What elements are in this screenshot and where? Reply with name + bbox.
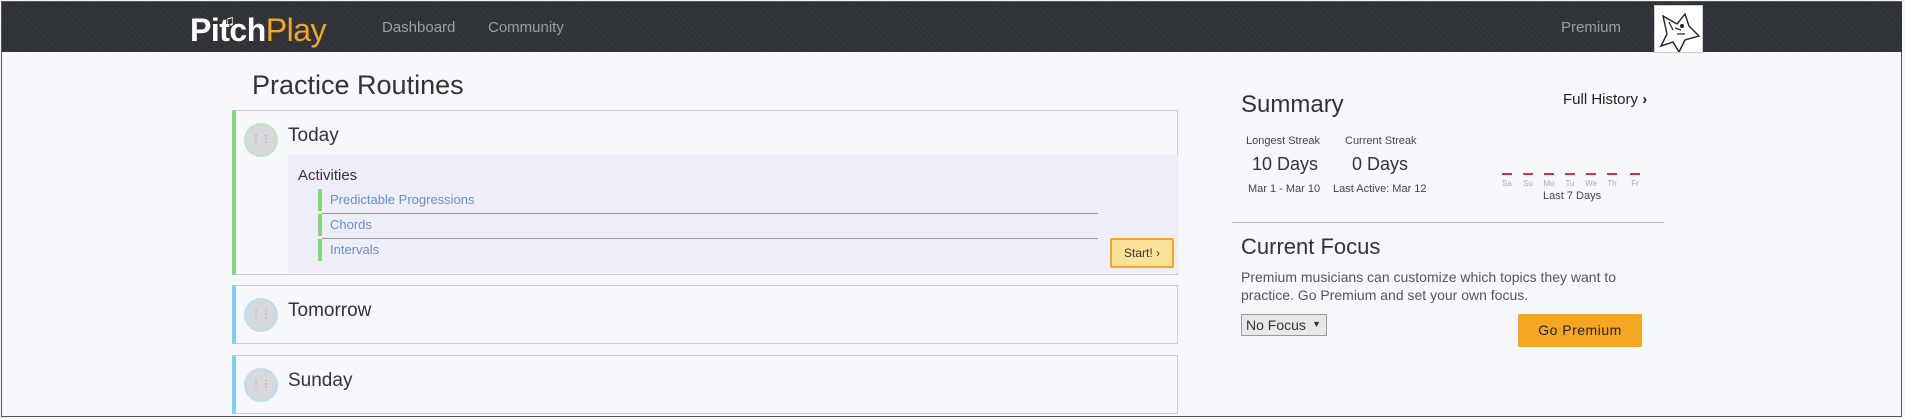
day-dash [1565,173,1575,175]
summary-title: Summary [1241,91,1344,118]
day-marker: Mo [1542,168,1556,188]
pitchplay-logo[interactable]: ♫ PitchPlay [190,10,326,50]
day-dash [1607,173,1617,175]
nav-premium-link[interactable]: Premium [1561,19,1621,36]
day-label: Mo [1543,179,1555,188]
day-dash [1544,173,1554,175]
user-avatar[interactable] [1654,5,1703,53]
chevron-right-icon: › [1642,91,1648,108]
logo-play-text: Play [265,12,327,48]
start-label: Start! [1123,246,1153,260]
routine-card-today[interactable]: ⋮⋮ Today Activities Predictable Progress… [232,110,1178,275]
day-dash [1502,173,1512,175]
avatar-sketch-icon [1655,6,1702,52]
activity-link[interactable]: Predictable Progressions [330,192,475,207]
drag-handle-icon[interactable]: ⋮⋮ [244,368,278,402]
longest-streak-range: Mar 1 - Mar 10 [1248,183,1321,195]
music-note-icon: ♫ [223,13,235,30]
full-history-label: Full History [1563,91,1639,108]
day-label: Tu [1565,179,1575,188]
day-label: Fr [1631,179,1639,188]
go-premium-button[interactable]: Go Premium [1518,314,1642,347]
routine-card-sunday[interactable]: ⋮⋮ Sunday [232,355,1178,414]
day-dash [1586,173,1596,175]
day-dash [1523,173,1533,175]
current-focus-description: Premium musicians can customize which to… [1241,269,1617,303]
current-streak-value: 0 Days [1352,154,1409,174]
day-marker: Fr [1628,168,1642,188]
day-dash [1630,173,1640,175]
routine-title: Today [288,125,339,146]
drag-handle-icon[interactable]: ⋮⋮ [244,123,278,157]
current-focus-title: Current Focus [1241,234,1381,259]
last-active-text: Last Active: Mar 12 [1333,183,1427,195]
focus-select[interactable]: No Focus ▼ [1241,314,1327,336]
day-marker: Sa [1500,168,1514,188]
day-label: We [1585,179,1597,188]
routine-title: Sunday [288,370,353,391]
drag-handle-icon[interactable]: ⋮⋮ [244,298,278,332]
activity-link[interactable]: Chords [330,217,372,232]
day-marker: We [1584,168,1598,188]
routine-card-tomorrow[interactable]: ⋮⋮ Tomorrow [232,285,1178,344]
day-marker: Su [1521,168,1535,188]
day-marker: Th [1605,168,1619,188]
dropdown-arrow-icon: ▼ [1312,319,1321,329]
activity-item[interactable]: Intervals [318,239,1094,261]
day-marker: Tu [1563,168,1577,188]
focus-select-value: No Focus [1246,317,1306,333]
activities-heading: Activities [298,167,358,184]
page-title: Practice Routines [252,70,464,100]
last-7-days-label: Last 7 Days [1543,190,1602,202]
top-nav-bar: ♫ PitchPlay Dashboard Community Premium [2,2,1902,53]
routine-title: Tomorrow [288,300,372,321]
nav-dashboard-link[interactable]: Dashboard [382,19,455,36]
longest-streak-label: Longest Streak [1246,135,1320,147]
start-button[interactable]: Start! › [1110,238,1174,268]
nav-community-link[interactable]: Community [488,19,564,36]
activities-panel: Activities Predictable Progressions Chor… [288,155,1178,273]
day-label: Sa [1502,179,1512,188]
section-divider [1232,222,1664,223]
current-streak-label: Current Streak [1345,135,1417,147]
full-history-link[interactable]: Full History › [1563,91,1647,108]
day-label: Th [1607,179,1617,188]
activity-item[interactable]: Chords [318,214,1094,236]
activity-link[interactable]: Intervals [330,242,379,257]
day-label: Su [1523,179,1533,188]
longest-streak-value: 10 Days [1252,154,1319,174]
activity-item[interactable]: Predictable Progressions [318,189,1094,211]
chevron-right-icon: › [1156,246,1161,260]
